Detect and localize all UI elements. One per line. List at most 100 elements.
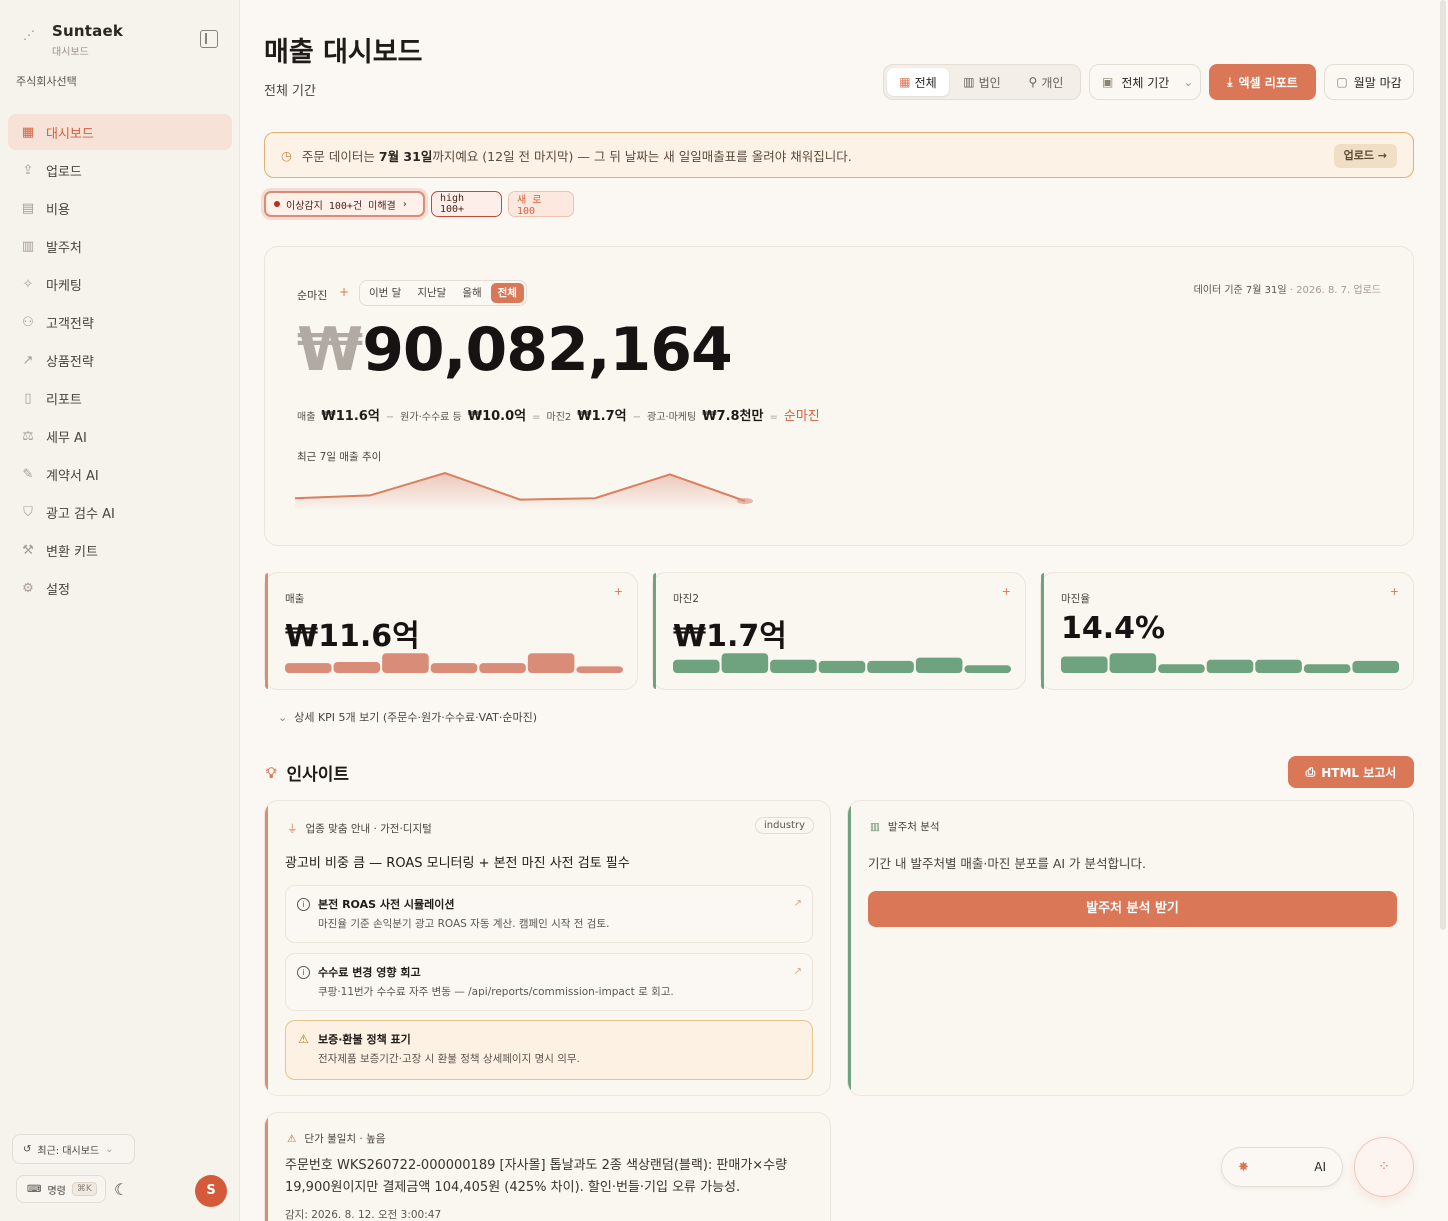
- shortcut-badge: ⌘K: [71, 1182, 97, 1196]
- insight-item[interactable]: i 본전 ROAS 사전 시뮬레이션 마진율 기준 손익분기 광고 ROAS 자…: [285, 885, 813, 943]
- sidebar-item-label: 변환 키트: [46, 544, 98, 560]
- kpi-bar: [576, 666, 623, 673]
- segment-individual[interactable]: ⚲ 개인: [1015, 68, 1077, 96]
- plus-icon[interactable]: +: [1390, 585, 1399, 598]
- html-report-button[interactable]: ⎙ HTML 보고서: [1288, 756, 1414, 788]
- logo-icon: ⋰: [23, 28, 35, 42]
- hero-label: 순마진: [297, 289, 328, 302]
- kpi-value: ₩11.6억: [285, 619, 420, 654]
- data-freshness-banner: ◷ 주문 데이터는 7월 31일까지예요 (12일 전 마지막) — 그 뒤 날…: [264, 132, 1414, 178]
- card-title: 광고비 비중 큼 — ROAS 모니터링 + 본전 마진 사전 검토 필수: [285, 856, 630, 871]
- price-mismatch-alert-card[interactable]: ⚠ 단가 불일치 · 높음 주문번호 WKS260722-000000189 [자…: [264, 1112, 831, 1221]
- kpi-bar: [430, 663, 478, 673]
- segment-all[interactable]: ▦ 전체: [887, 68, 949, 96]
- industry-insight-card: ⏚ 업종 맞춤 안내 · 가전·디지털 industry 광고비 비중 큼 — R…: [264, 800, 831, 1096]
- download-icon: ⤓: [1227, 74, 1233, 89]
- sidebar-item-convert-kit[interactable]: ⚒ 변환 키트: [8, 532, 232, 568]
- sidebar-item-vendor[interactable]: ▥ 발주처: [8, 228, 232, 264]
- sidebar-item-ad-review-ai[interactable]: ⛉ 광고 검수 AI: [8, 494, 232, 530]
- sidebar-item-contract-ai[interactable]: ✎ 계약서 AI: [8, 456, 232, 492]
- info-icon: i: [297, 898, 310, 911]
- period-select[interactable]: ▣ 전체 기간 ⌄: [1089, 64, 1201, 100]
- detail-kpi-toggle[interactable]: ⌄ 상세 KPI 5개 보기 (주문수·원가·수수료·VAT·순마진): [278, 709, 537, 725]
- segment-corporate[interactable]: ▥ 법인: [951, 68, 1013, 96]
- plus-icon[interactable]: +: [1002, 585, 1011, 598]
- sidebar-item-label: 설정: [46, 582, 70, 598]
- kpi-bar: [479, 663, 526, 673]
- warning-icon: ⚠: [287, 1132, 297, 1145]
- sparkline-area: [295, 473, 745, 509]
- segment-label: 법인: [978, 75, 1001, 90]
- shield-icon: ⛉: [23, 504, 33, 520]
- ai-label: AI: [1314, 1160, 1326, 1174]
- alert-body: 주문번호 WKS260722-000000189 [자사몰] 톱날과도 2종 색…: [285, 1158, 788, 1195]
- banner-upload-button[interactable]: 업로드 →: [1333, 144, 1397, 168]
- tab-this-month[interactable]: 이번 달: [362, 283, 408, 303]
- kpi-bar: [1158, 664, 1205, 673]
- segment-label: 개인: [1041, 75, 1064, 90]
- command-button[interactable]: ⌨ 명령 ⌘K: [16, 1175, 106, 1203]
- avatar[interactable]: S: [195, 1175, 227, 1207]
- sidebar-item-product[interactable]: ↗ 상품전략: [8, 342, 232, 378]
- monthly-close-label: 월말 마감: [1353, 75, 1402, 90]
- kpi-bar: [1303, 664, 1351, 673]
- card-header: ▥ 발주처 분석: [870, 820, 940, 834]
- excel-report-button[interactable]: ⤓ 엑셀 리포트: [1209, 64, 1316, 100]
- document-icon: ▯: [24, 390, 32, 406]
- anomaly-badge[interactable]: 이상감지 100+건 미해결 ›: [264, 191, 425, 217]
- sidebar-item-label: 대시보드: [46, 126, 94, 142]
- kpi-label: 마진율: [1061, 593, 1090, 605]
- sidebar-item-cost[interactable]: ▤ 비용: [8, 190, 232, 226]
- users-icon: ⚇: [22, 314, 34, 330]
- kpi-bar: [1109, 653, 1157, 673]
- plus-icon[interactable]: +: [614, 585, 623, 598]
- kpi-bar-chart: [673, 653, 1011, 673]
- sidebar-item-label: 발주처: [46, 240, 82, 256]
- company-selector[interactable]: 주식회사선택: [16, 73, 77, 89]
- building-icon: ▥: [870, 820, 880, 833]
- sparkline-point: [737, 498, 753, 504]
- kpi-value: ₩1.7억: [673, 619, 787, 654]
- sidebar-item-settings[interactable]: ⚙ 설정: [8, 570, 232, 606]
- sales-sparkline: [294, 471, 753, 509]
- kpi-bar: [527, 653, 575, 673]
- entity-segmented-control: ▦ 전체 ▥ 법인 ⚲ 개인: [883, 64, 1081, 100]
- sidebar-item-tax-ai[interactable]: ⚖ 세무 AI: [8, 418, 232, 454]
- high-severity-badge[interactable]: high 100+: [431, 191, 502, 217]
- sidebar-item-report[interactable]: ▯ 리포트: [8, 380, 232, 416]
- scrollbar[interactable]: [1440, 0, 1446, 930]
- card-header: ⚠ 단가 불일치 · 높음: [287, 1132, 386, 1146]
- sidebar-item-marketing[interactable]: ✧ 마케팅: [8, 266, 232, 302]
- insight-item-warning[interactable]: ⚠ 보증·환불 정책 표기 전자제품 보증기간·고장 시 환불 정책 상세페이지…: [285, 1020, 813, 1080]
- kpi-card-margin-rate[interactable]: 마진율 + 14.4%: [1040, 572, 1414, 690]
- monthly-close-button[interactable]: ▢ 월말 마감: [1324, 64, 1414, 100]
- sidebar-item-label: 상품전략: [46, 354, 94, 370]
- vendor-analysis-button[interactable]: 발주처 분석 받기: [868, 891, 1397, 927]
- chevron-down-icon: ⌄: [278, 711, 288, 724]
- ai-assistant-pill[interactable]: ✸ AI: [1221, 1147, 1343, 1187]
- kpi-card-margin2[interactable]: 마진2 + ₩1.7억: [652, 572, 1026, 690]
- sidebar-item-dashboard[interactable]: ▦ 대시보드: [8, 114, 232, 150]
- tab-this-year[interactable]: 올해: [455, 283, 488, 303]
- kpi-card-sales[interactable]: 매출 + ₩11.6억: [264, 572, 638, 690]
- new-badge[interactable]: 새 로 100: [508, 191, 574, 217]
- ai-fab-button[interactable]: ⁘: [1354, 1137, 1414, 1197]
- sidebar-item-customer[interactable]: ⚇ 고객전략: [8, 304, 232, 340]
- moon-icon[interactable]: ☾: [114, 1180, 128, 1199]
- sidebar-item-label: 광고 검수 AI: [46, 506, 115, 522]
- sidebar-toggle-icon[interactable]: [200, 30, 218, 48]
- kpi-bar-chart: [1061, 653, 1399, 673]
- sidebar-item-upload[interactable]: ⇪ 업로드: [8, 152, 232, 188]
- tab-last-month[interactable]: 지난달: [410, 283, 453, 303]
- insight-item[interactable]: i 수수료 변경 영향 회고 쿠팡·11번가 수수료 자주 변동 — /api/…: [285, 953, 813, 1011]
- sidebar-item-label: 비용: [46, 202, 70, 218]
- plus-icon[interactable]: +: [339, 285, 349, 299]
- kpi-bar: [1255, 659, 1302, 673]
- recent-dropdown[interactable]: ↺ 최근: 대시보드 ⌄: [12, 1134, 135, 1164]
- kpi-label: 마진2: [673, 593, 700, 605]
- html-report-label: HTML 보고서: [1321, 765, 1397, 780]
- insights-title: 인사이트: [286, 765, 350, 785]
- alert-timestamp: 감지: 2026. 8. 12. 오전 3:00:47: [285, 1209, 442, 1221]
- brand[interactable]: ⋰ Suntaek 대시보드: [16, 22, 123, 58]
- tab-all[interactable]: 전체: [490, 283, 524, 303]
